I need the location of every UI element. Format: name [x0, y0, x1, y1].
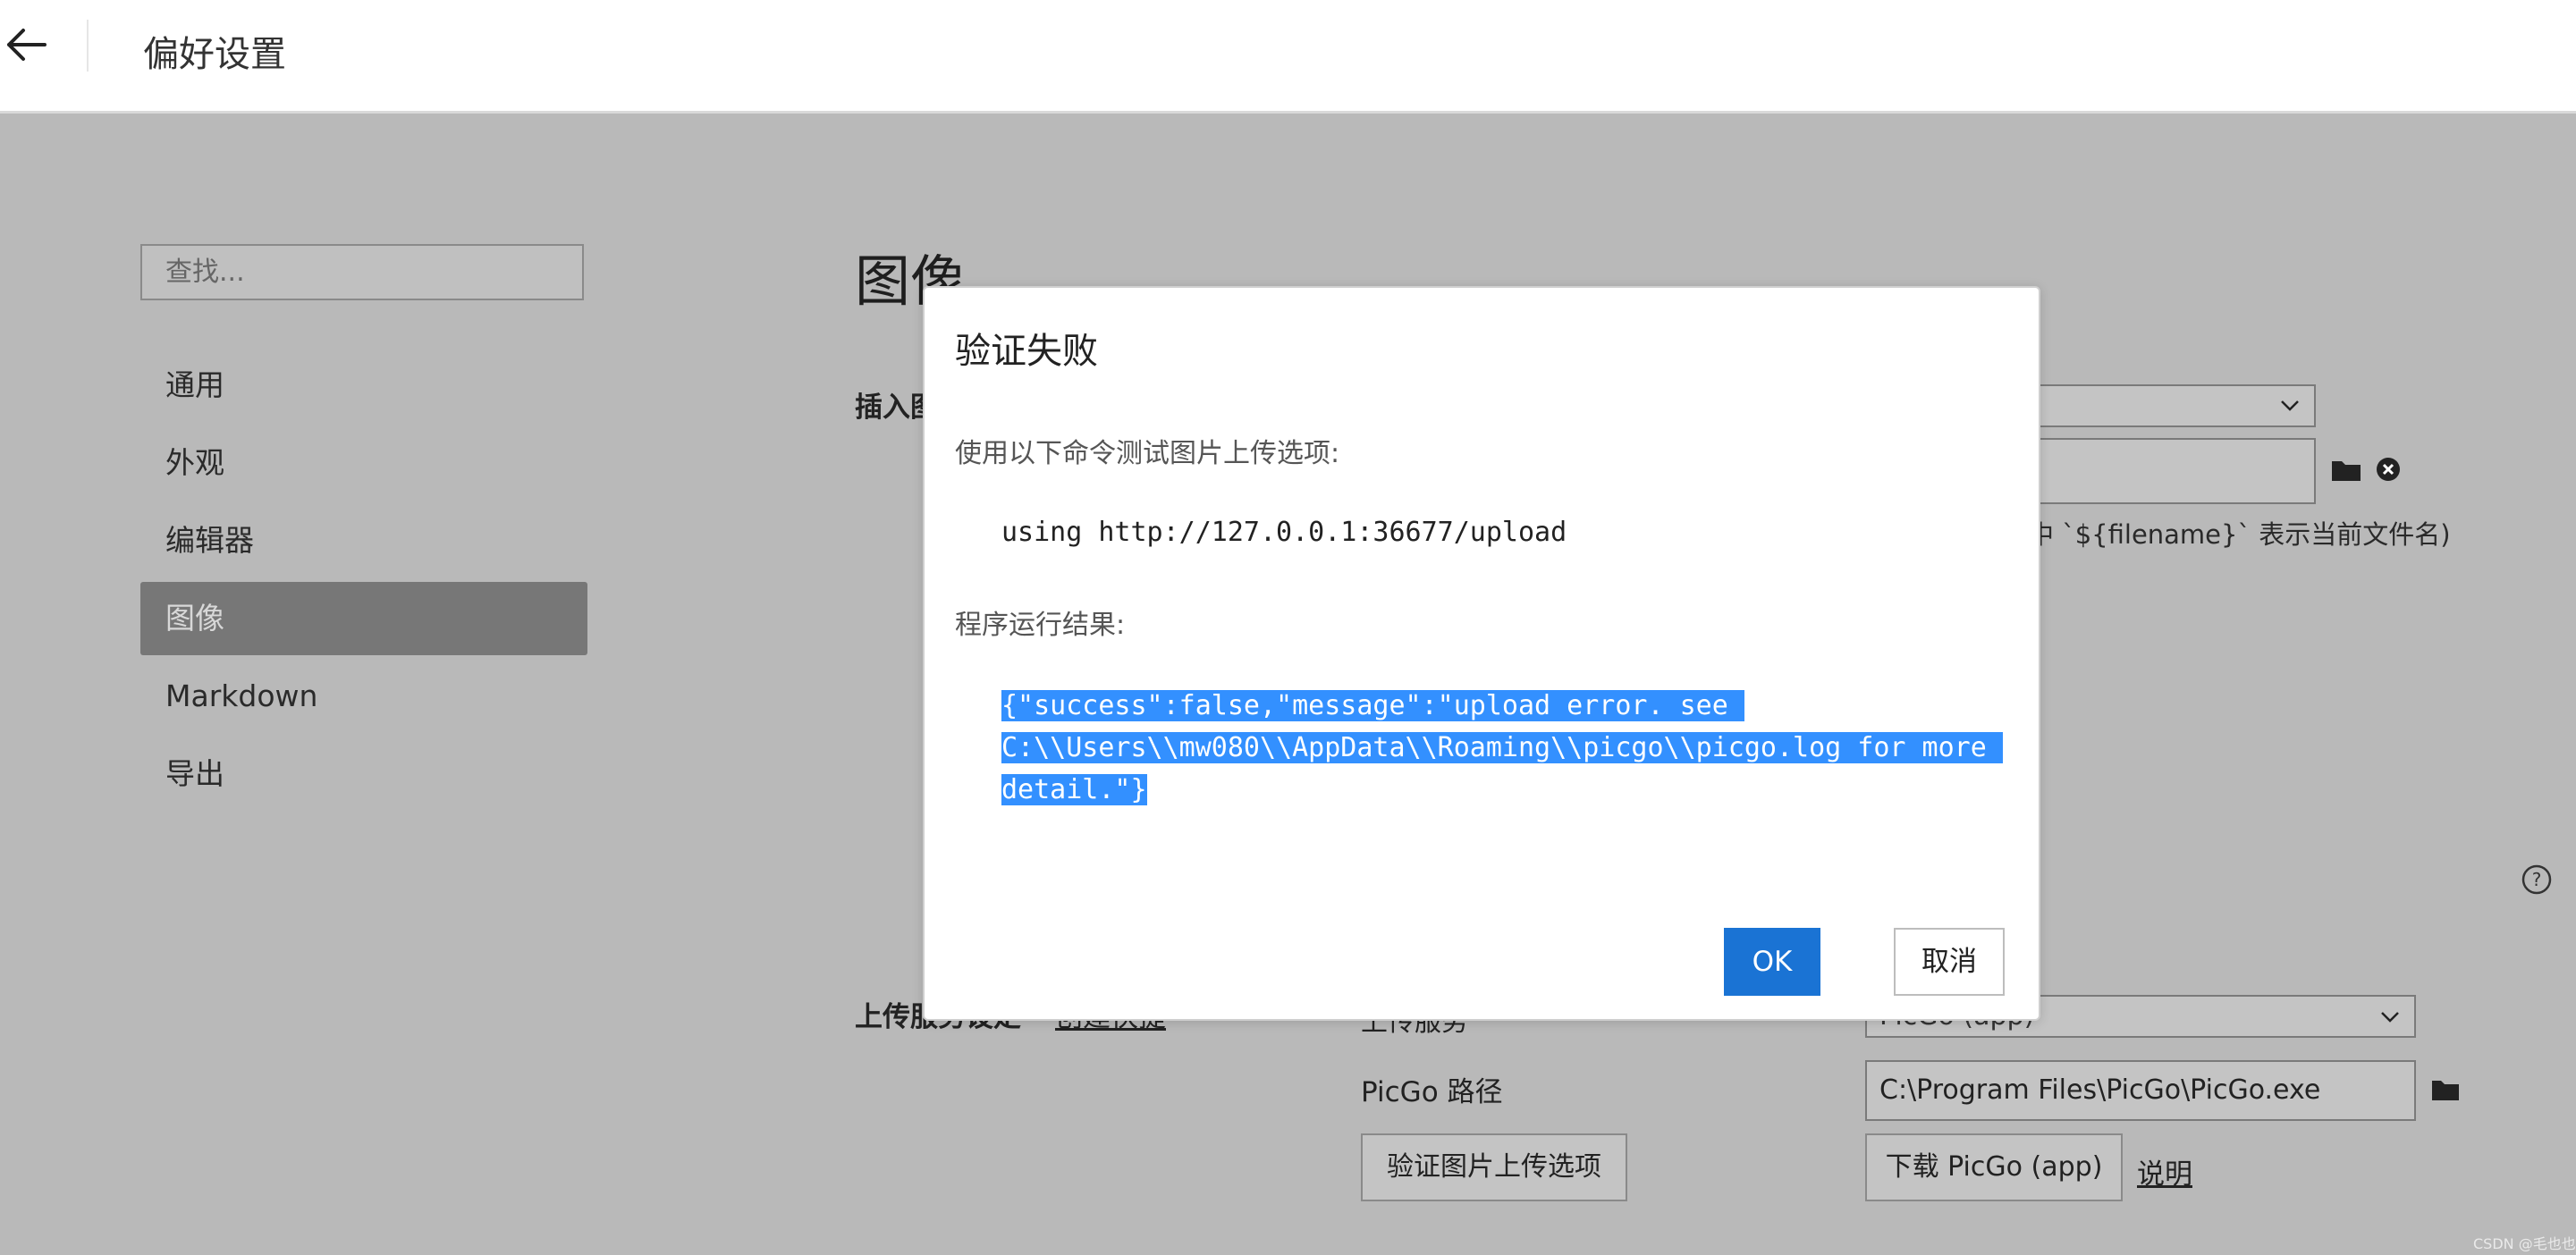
title-bar: 偏好设置 [0, 0, 2576, 114]
sidebar-item-editor[interactable]: 编辑器 [140, 504, 587, 577]
dialog-title: 验证失败 [955, 331, 1098, 372]
svg-text:?: ? [2532, 869, 2542, 890]
ok-button[interactable]: OK [1724, 928, 1820, 996]
header-divider [87, 20, 89, 72]
chevron-down-icon [2381, 1012, 2399, 1023]
result-label: 程序运行结果: [955, 610, 1126, 641]
sidebar-item-export[interactable]: 导出 [140, 737, 587, 811]
chevron-down-icon [2281, 400, 2299, 411]
picgo-path-label: PicGo 路径 [1361, 1076, 1503, 1108]
folder-icon[interactable] [2430, 1077, 2461, 1102]
result-line: detail."} [1001, 774, 1147, 805]
picgo-path-input[interactable]: C:\Program Files\PicGo\PicGo.exe [1865, 1060, 2416, 1121]
explain-link[interactable]: 说明 [2137, 1151, 2192, 1192]
folder-icon[interactable] [2330, 458, 2362, 483]
help-icon[interactable]: ? [2521, 864, 2552, 895]
page-title: 偏好设置 [143, 34, 286, 75]
watermark: CSDN @毛也也 [2473, 1235, 2576, 1252]
cancel-button[interactable]: 取消 [1894, 928, 2005, 996]
verify-failed-dialog: 验证失败 使用以下命令测试图片上传选项: using http://127.0.… [923, 286, 2040, 1021]
result-line: {"success":false,"message":"upload error… [1001, 690, 1744, 721]
sidebar-item-markdown[interactable]: Markdown [140, 660, 587, 733]
close-circle-icon[interactable] [2375, 456, 2402, 483]
filename-hint: 中 `${filename}` 表示当前文件名) [2028, 519, 2451, 550]
search-input[interactable] [140, 244, 584, 300]
image-folder-input[interactable] [2030, 438, 2316, 504]
command-label: 使用以下命令测试图片上传选项: [955, 438, 1340, 469]
arrow-left-icon[interactable] [4, 27, 48, 63]
result-line: C:\\Users\\mw080\\AppData\\Roaming\\picg… [1001, 732, 2003, 763]
insert-action-select[interactable] [2030, 384, 2316, 427]
download-picgo-button[interactable]: 下载 PicGo (app) [1865, 1133, 2123, 1201]
sidebar-item-image[interactable]: 图像 [140, 582, 587, 655]
sidebar-item-appearance[interactable]: 外观 [140, 426, 587, 500]
command-text: using http://127.0.0.1:36677/upload [1001, 517, 1567, 548]
verify-upload-button[interactable]: 验证图片上传选项 [1361, 1133, 1627, 1201]
result-output[interactable]: {"success":false,"message":"upload error… [1001, 685, 2012, 811]
sidebar-nav: 通用 外观 编辑器 图像 Markdown 导出 [140, 349, 587, 815]
sidebar-item-general[interactable]: 通用 [140, 349, 587, 422]
